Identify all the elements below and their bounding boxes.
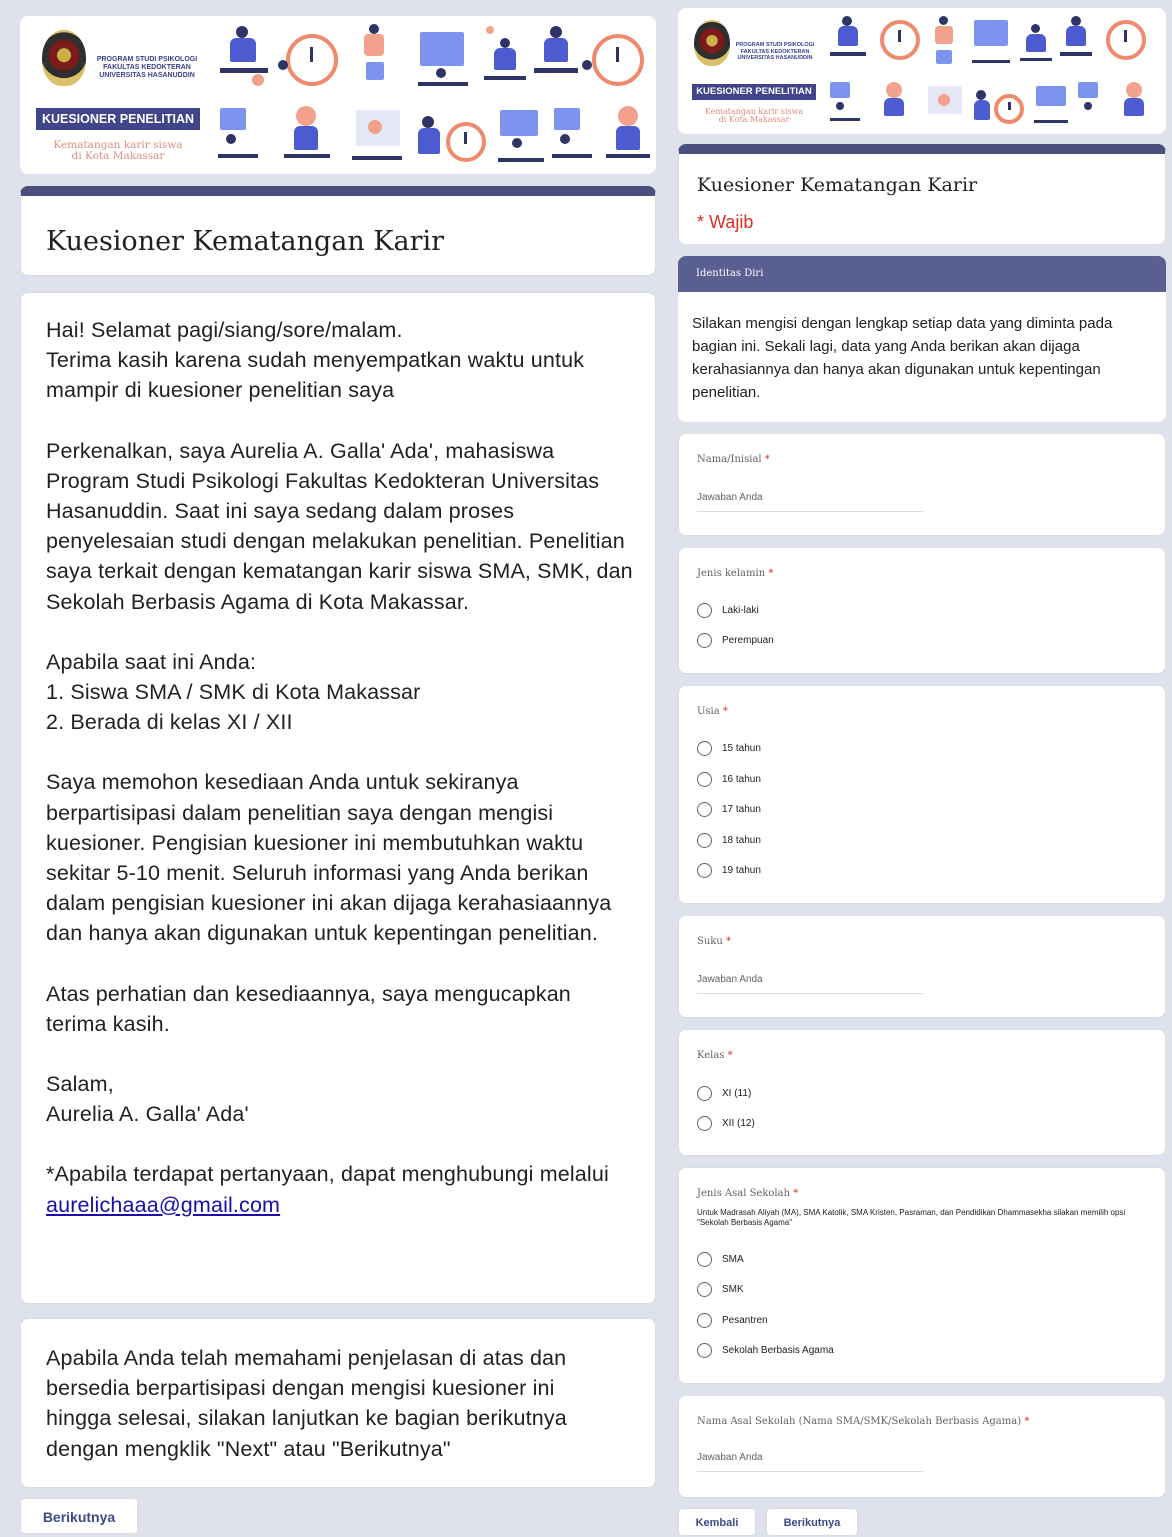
radio-option[interactable]: 16 tahun (697, 772, 761, 787)
form-header-banner-small: PROGRAM STUDI PSIKOLOGI FAKULTAS KEDOKTE… (678, 8, 1166, 134)
radio-button[interactable] (697, 1086, 712, 1101)
program-name-small: PROGRAM STUDI PSIKOLOGI FAKULTAS KEDOKTE… (735, 42, 815, 61)
radio-option[interactable]: 15 tahun (697, 741, 761, 756)
radio-button[interactable] (697, 1343, 712, 1358)
form-title-card: Kuesioner Kematangan Karir (20, 186, 656, 276)
radio-button[interactable] (697, 863, 712, 878)
back-button[interactable]: Kembali (678, 1508, 756, 1536)
question-kelas: Kelas * XI (11) XII (12) (678, 1029, 1166, 1156)
radio-option[interactable]: 19 tahun (697, 863, 761, 878)
form-title: Kuesioner Kematangan Karir (46, 226, 445, 257)
radio-option[interactable]: Perempuan (697, 633, 774, 648)
radio-button[interactable] (697, 1116, 712, 1131)
question-help-text: Untuk Madrasah Aliyah (MA), SMA Katolik,… (697, 1208, 1126, 1227)
form-header-banner: PROGRAM STUDI PSIKOLOGI FAKULTAS KEDOKTE… (20, 16, 656, 174)
required-note: * Wajib (697, 212, 754, 232)
nama-input[interactable]: Jawaban Anda (697, 492, 923, 512)
radio-option[interactable]: Sekolah Berbasis Agama (697, 1343, 834, 1358)
university-logo (42, 30, 86, 86)
question-jenis-kelamin: Jenis kelamin * Laki-laki Perempuan (678, 547, 1166, 674)
radio-button[interactable] (697, 802, 712, 817)
radio-button[interactable] (697, 1313, 712, 1328)
radio-option[interactable]: XI (11) (697, 1086, 751, 1101)
banner-subtitle: Kematangan karir siswa di Kota Makassar (53, 139, 183, 162)
intro-description-card: Hai! Selamat pagi/siang/sore/malam. Teri… (20, 292, 656, 1304)
radio-option[interactable]: XII (12) (697, 1116, 755, 1131)
radio-button[interactable] (697, 1252, 712, 1267)
form-title-right: Kuesioner Kematangan Karir (697, 174, 978, 196)
radio-option[interactable]: 17 tahun (697, 802, 761, 817)
question-jenis-sekolah: Jenis Asal Sekolah * Untuk Madrasah Aliy… (678, 1167, 1166, 1384)
section-description: Silakan mengisi dengan lengkap setiap da… (692, 315, 1113, 401)
suku-input[interactable]: Jawaban Anda (697, 974, 923, 994)
form-title-card-right: Kuesioner Kematangan Karir * Wajib (678, 144, 1166, 245)
banner-tag: KUESIONER PENELITIAN (36, 108, 200, 130)
nama-sekolah-input[interactable]: Jawaban Anda (697, 1452, 923, 1472)
radio-option[interactable]: SMA (697, 1252, 744, 1267)
radio-button[interactable] (697, 833, 712, 848)
question-suku: Suku * Jawaban Anda (678, 915, 1166, 1018)
radio-option[interactable]: Pesantren (697, 1313, 768, 1328)
radio-button[interactable] (697, 741, 712, 756)
contact-email-link[interactable]: aurelichaaa@gmail.com (46, 1193, 280, 1217)
section-card: Identitas Diri Silakan mengisi dengan le… (678, 256, 1166, 422)
radio-button[interactable] (697, 1282, 712, 1297)
next-instruction-text: Apabila Anda telah memahami penjelasan d… (46, 1346, 567, 1461)
next-instruction-card: Apabila Anda telah memahami penjelasan d… (20, 1318, 656, 1488)
radio-option[interactable]: 18 tahun (697, 833, 761, 848)
question-nama-sekolah: Nama Asal Sekolah (Nama SMA/SMK/Sekolah … (678, 1395, 1166, 1498)
next-button-right[interactable]: Berikutnya (766, 1508, 858, 1536)
university-logo-small (694, 20, 730, 66)
question-usia: Usia * 15 tahun 16 tahun 17 tahun 18 tah… (678, 685, 1166, 904)
radio-button[interactable] (697, 633, 712, 648)
program-name: PROGRAM STUDI PSIKOLOGI FAKULTAS KEDOKTE… (96, 56, 198, 79)
section-header: Identitas Diri (678, 256, 1166, 292)
radio-option[interactable]: SMK (697, 1282, 744, 1297)
banner-subtitle-small: Kematangan karir siswa di Kota Makassar (704, 107, 804, 124)
intro-description: Hai! Selamat pagi/siang/sore/malam. Teri… (46, 318, 633, 1217)
banner-tag-small: KUESIONER PENELITIAN (692, 84, 816, 100)
radio-option[interactable]: Laki-laki (697, 603, 759, 618)
next-button[interactable]: Berikutnya (20, 1498, 138, 1534)
radio-button[interactable] (697, 772, 712, 787)
question-nama: Nama/Inisial * Jawaban Anda (678, 433, 1166, 536)
radio-button[interactable] (697, 603, 712, 618)
